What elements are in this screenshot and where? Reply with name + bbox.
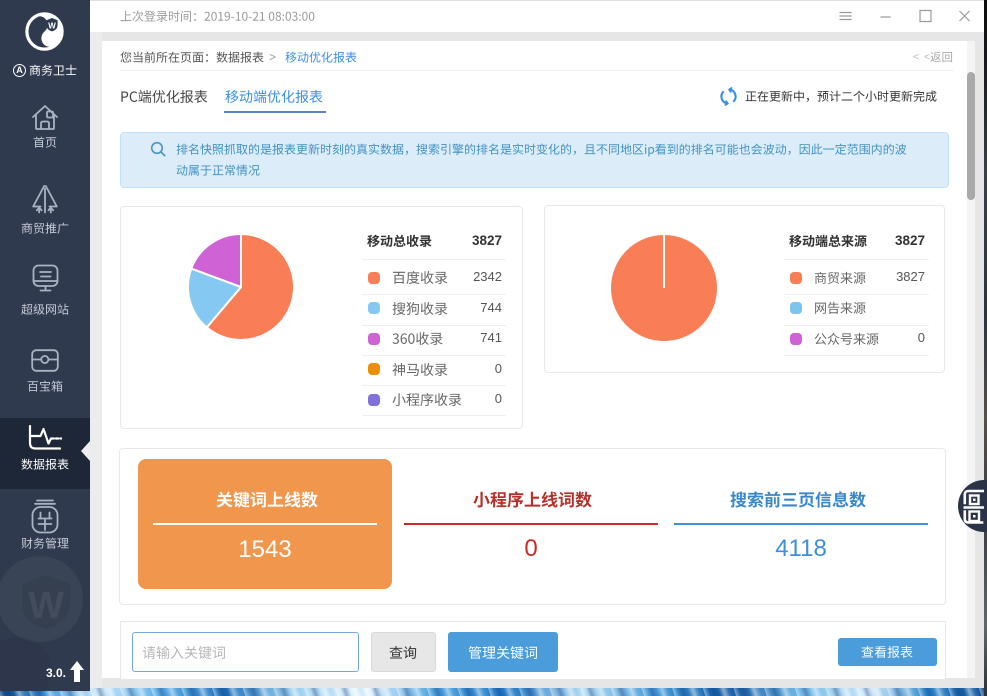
svg-text:W: W: [48, 21, 56, 30]
svg-text:W: W: [28, 585, 64, 627]
